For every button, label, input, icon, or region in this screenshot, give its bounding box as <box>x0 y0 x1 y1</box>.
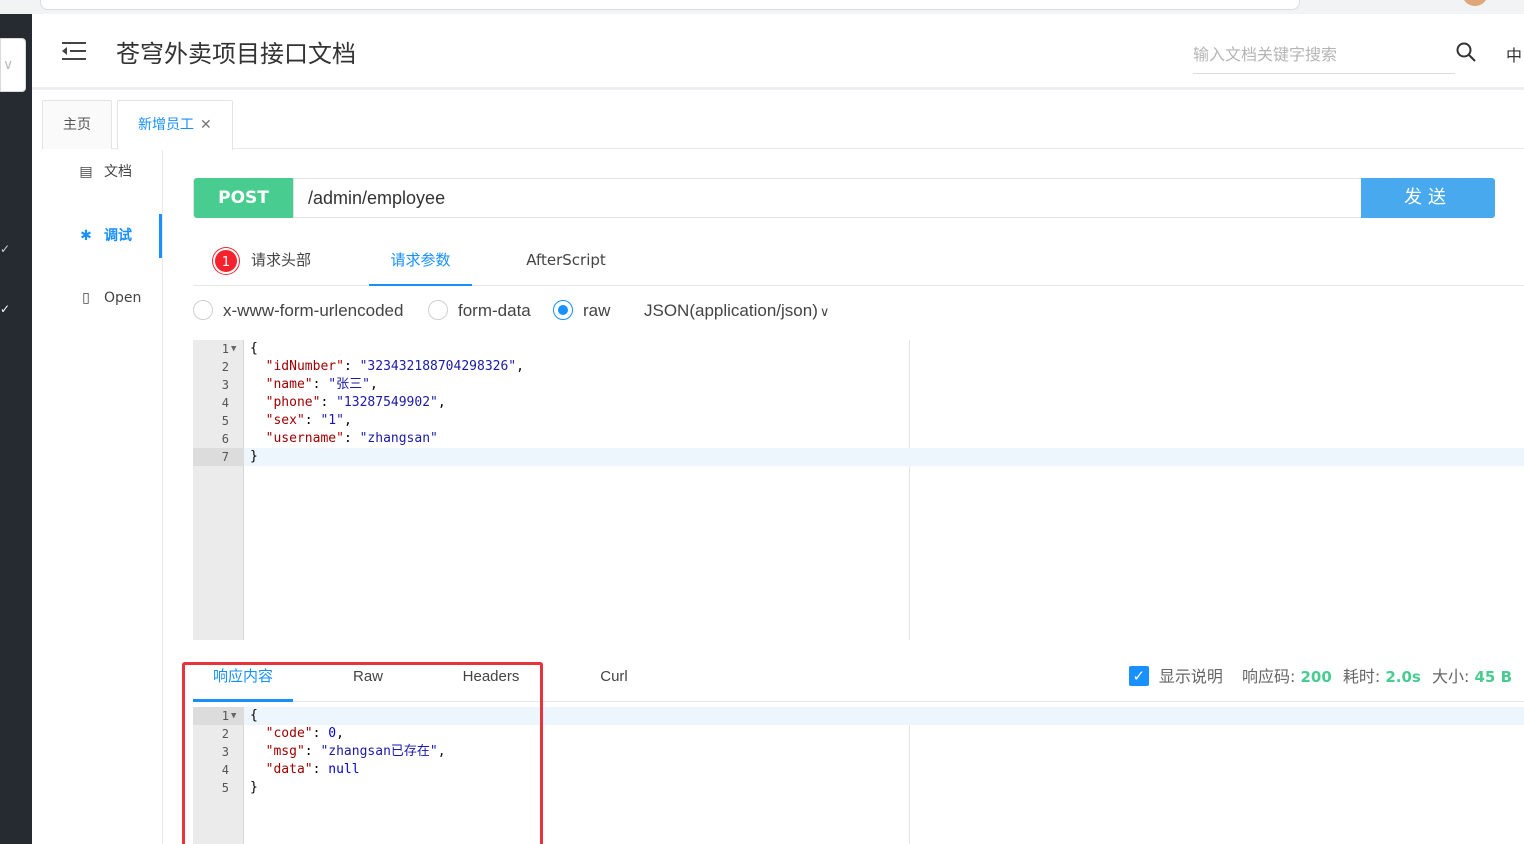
radio-label: raw <box>583 301 611 320</box>
tab-label: 主页 <box>63 117 91 133</box>
line-number: 3 <box>221 378 229 392</box>
code-text: "idNumber": "323432188704298326", <box>265 359 524 374</box>
side-nav: ▤ 文档 ✱ 调试 ▯ Open <box>42 150 163 844</box>
code-text: "phone": "13287549902", <box>265 395 446 410</box>
line-number: 7 <box>193 448 244 466</box>
radio-form-data[interactable]: form-data <box>428 298 531 324</box>
code-text: } <box>250 449 258 464</box>
tab-label: 新增员工 <box>138 117 194 133</box>
tab-request-params[interactable]: 请求参数 <box>369 238 472 286</box>
show-description-checkbox[interactable]: ✓ <box>1128 665 1149 686</box>
code-line: 6 "username": "zhangsan" <box>193 430 1524 448</box>
time-value: 2.0s <box>1385 668 1421 686</box>
size-value: 45 B <box>1474 668 1512 686</box>
document-icon: ▤ <box>79 164 93 180</box>
side-item-label: 文档 <box>104 164 132 180</box>
radio-urlencoded[interactable]: x-www-form-urlencoded <box>193 298 403 324</box>
check-icon: ✓ <box>0 302 11 316</box>
bug-icon: ✱ <box>80 228 92 244</box>
send-button[interactable]: 发送 <box>1361 178 1495 218</box>
radio-label: x-www-form-urlencoded <box>223 301 404 320</box>
side-item-debug[interactable]: ✱ 调试 <box>42 214 162 258</box>
side-item-open[interactable]: ▯ Open <box>42 276 162 320</box>
url-input[interactable] <box>293 179 1361 217</box>
radio-circle[interactable] <box>553 299 573 320</box>
status-code-value: 200 <box>1300 668 1332 686</box>
search-icon[interactable] <box>1456 42 1476 62</box>
code-line: 3 "name": "张三", <box>193 376 1524 394</box>
line-number: 4 <box>221 396 229 410</box>
radio-circle[interactable] <box>428 299 448 320</box>
content-type-label: JSON(application/json) <box>644 301 818 320</box>
profile-avatar[interactable] <box>1462 0 1488 6</box>
menu-toggle-icon[interactable] <box>62 42 86 62</box>
tab-request-headers[interactable]: 1 请求头部 <box>213 238 343 286</box>
code-text: "sex": "1", <box>265 413 352 428</box>
search-input[interactable] <box>1193 36 1455 74</box>
line-number: 2 <box>221 360 229 374</box>
close-icon[interactable]: ✕ <box>200 117 212 133</box>
page-title: 苍穹外卖项目接口文档 <box>116 40 356 68</box>
side-item-label: 调试 <box>104 228 132 244</box>
radio-raw[interactable]: raw <box>553 298 610 324</box>
response-meta: ✓ 显示说明 响应码: 200 耗时: 2.0s 大小: 45 B <box>1128 664 1512 690</box>
code-line: 1 ▼ { <box>193 340 1524 358</box>
chevron-down-icon: ∨ <box>819 304 830 319</box>
tab-afterscript[interactable]: AfterScript <box>513 238 619 286</box>
page-tabs: 主页 新增员工 ✕ <box>42 100 1524 150</box>
tab-label: 请求头部 <box>251 251 312 269</box>
app-header: 苍穹外卖项目接口文档 中 <box>32 14 1524 90</box>
size-label: 大小: <box>1431 667 1470 686</box>
browser-chrome <box>0 0 1524 14</box>
line-number: 5 <box>221 414 229 428</box>
tab-label: Curl <box>600 668 628 685</box>
content-type-select[interactable]: JSON(application/json) ∨ <box>644 298 829 325</box>
request-url-bar: POST 发送 <box>193 178 1495 218</box>
chevron-down-icon[interactable]: ✓ <box>0 242 10 256</box>
fold-arrow-icon[interactable]: ▼ <box>231 340 236 358</box>
radio-label: form-data <box>458 301 531 320</box>
tab-label: 请求参数 <box>390 251 451 269</box>
side-item-label: Open <box>104 290 142 306</box>
status-code-label: 响应码: <box>1241 667 1296 686</box>
line-number: 1 <box>221 342 229 356</box>
tab-label: AfterScript <box>526 251 606 269</box>
tab-add-employee[interactable]: 新增员工 ✕ <box>117 100 233 150</box>
code-line: 5 "sex": "1", <box>193 412 1524 430</box>
code-line: 4 "phone": "13287549902", <box>193 394 1524 412</box>
code-line: 2 "idNumber": "323432188704298326", <box>193 358 1524 376</box>
code-text: { <box>250 341 258 356</box>
request-tabs: 1 请求头部 请求参数 AfterScript <box>193 238 1524 286</box>
tab-home[interactable]: 主页 <box>42 100 112 149</box>
highlight-annotation-box <box>182 662 543 844</box>
headers-count-badge: 1 <box>213 247 239 274</box>
code-text: "username": "zhangsan" <box>265 431 438 446</box>
radio-circle[interactable] <box>193 299 213 320</box>
tab-response-curl[interactable]: Curl <box>574 656 654 702</box>
code-text: "name": "张三", <box>265 377 378 392</box>
http-method-badge: POST <box>194 178 293 218</box>
group-select[interactable]: ∨ <box>0 38 26 92</box>
left-rail: ∨ ✓ ✓ <box>0 14 32 844</box>
code-line: 7} <box>193 448 1524 466</box>
show-description-label: 显示说明 <box>1158 667 1223 686</box>
browser-address-bar[interactable] <box>40 0 1300 10</box>
time-label: 耗时: <box>1342 667 1381 686</box>
side-item-docs[interactable]: ▤ 文档 <box>42 150 162 194</box>
request-body-editor[interactable]: 1 ▼{2 "idNumber": "323432188704298326", 3 … <box>193 340 1524 640</box>
line-number: 6 <box>221 432 229 446</box>
language-switch[interactable]: 中 <box>1506 42 1522 66</box>
file-icon: ▯ <box>82 290 90 306</box>
